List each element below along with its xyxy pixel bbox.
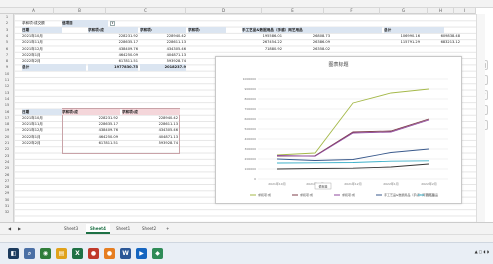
- folder-icon[interactable]: ▤: [56, 248, 67, 259]
- window-top-bar: [0, 0, 493, 8]
- x-tick-label: 2021年12月: [344, 181, 361, 186]
- status-bar: [0, 234, 493, 242]
- pivot1-total-label: 总计: [22, 64, 86, 71]
- pivot1-total-col1: 1977830.75: [88, 64, 138, 71]
- add-sheet-button[interactable]: +: [162, 224, 173, 234]
- y-tick-label: 900000: [245, 87, 257, 91]
- y-tick-label: 0: [254, 177, 256, 181]
- sheet-tab-sheet3[interactable]: Sheet3: [60, 224, 82, 234]
- y-tick-label: 500000: [245, 127, 257, 131]
- browser-icon[interactable]: ◉: [40, 248, 51, 259]
- sheet-tab-sheet2[interactable]: Sheet2: [138, 224, 160, 234]
- pivot1-total-col2: 2018237.9: [140, 64, 186, 71]
- pivot1-header-col3: 求和项:: [188, 26, 226, 33]
- series-line: [276, 163, 430, 170]
- chart-plot: 1000000900000800000700000600000500000400…: [243, 77, 448, 197]
- system-tray[interactable]: ▲ ◻ ◖ ◗: [475, 249, 489, 254]
- sheet-tab-sheet4[interactable]: Sheet4: [86, 224, 110, 234]
- app-orange-icon[interactable]: ●: [104, 248, 115, 259]
- y-tick-label: 700000: [245, 107, 257, 111]
- y-tick-label: 1000000: [243, 77, 256, 81]
- line-chart[interactable]: 图表标题 1000000 900000 800000 700000 600000 5000…: [215, 56, 462, 204]
- y-tick-label: 100000: [245, 167, 257, 171]
- y-tick-label: 600000: [245, 117, 257, 121]
- pivot2-cell[interactable]: 2022年2月: [22, 140, 62, 146]
- legend-entry: 求和项:成: [342, 192, 355, 197]
- legend-entry: 求和项:成: [258, 192, 271, 197]
- legend-entry: 网艺用品: [426, 192, 438, 197]
- pivot2-cell[interactable]: 617811.51: [62, 140, 118, 146]
- taskbar: ▲ ◻ ◖ ◗ ◧ ⌕ ◉ ▤ X ● ● W ▶ ◆: [0, 242, 493, 264]
- start-icon[interactable]: ◧: [8, 248, 19, 259]
- chat-icon[interactable]: ◆: [152, 248, 163, 259]
- y-tick-label: 200000: [245, 157, 257, 161]
- pivot1-filter-dropdown[interactable]: ▾: [110, 21, 115, 26]
- chart-tooltip-text: 值标签: [318, 183, 327, 188]
- x-tick-label: 2022年2月: [421, 181, 437, 186]
- series-line: [276, 160, 430, 164]
- nav-next-icon[interactable]: ▶: [14, 224, 25, 234]
- pivot2-cell[interactable]: 593928.74: [122, 140, 178, 146]
- vertical-scrollbar[interactable]: [476, 14, 485, 222]
- x-tick-label: 2021年10月: [268, 181, 285, 186]
- media-icon[interactable]: ▶: [136, 248, 147, 259]
- series-line: [276, 118, 430, 157]
- pivot1-right-cell[interactable]: [384, 46, 420, 52]
- pivot1-right-cell[interactable]: 26358.02: [290, 46, 330, 52]
- y-tick-label: 400000: [245, 137, 257, 141]
- sheet-tab-sheet1[interactable]: Sheet1: [112, 224, 134, 234]
- wps-icon[interactable]: W: [120, 248, 131, 259]
- app-red-icon[interactable]: ●: [88, 248, 99, 259]
- legend-entry: 求和项:成: [300, 192, 313, 197]
- row-header[interactable]: 32: [0, 209, 14, 215]
- pivot1-right-cell[interactable]: [420, 46, 460, 52]
- y-tick-label: 300000: [245, 147, 257, 151]
- y-tick-label: 800000: [245, 97, 257, 101]
- row-headers: 1 2 3 4 5 6 7 8 9 10 11 12 13 14 15 16 17 18 19 20 21 22 23 24 2…: [0, 14, 14, 222]
- excel-icon[interactable]: X: [72, 248, 83, 259]
- sheet-tab-bar: ◀ ▶ Sheet3 Sheet4 Sheet1 Sheet2 +: [0, 222, 493, 234]
- pivot1-right-cell[interactable]: 71880.92: [242, 46, 282, 52]
- x-tick-label: 2022年1月: [383, 181, 399, 186]
- search-icon[interactable]: ⌕: [24, 248, 35, 259]
